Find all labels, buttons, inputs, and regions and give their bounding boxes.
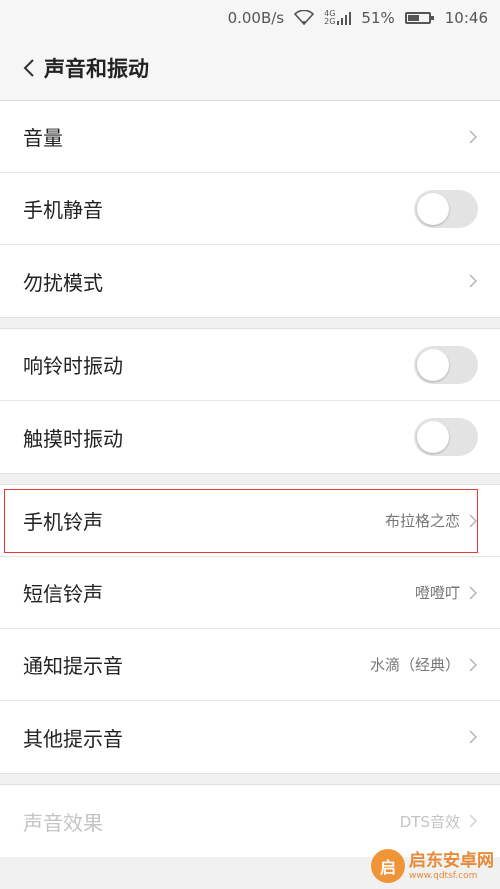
watermark: 启 启东安卓网 www.qdtsf.com [371, 849, 494, 883]
network-speed: 0.00B/s [227, 9, 285, 27]
settings-row[interactable]: 响铃时振动 [0, 329, 500, 401]
settings-row-label: 其他提示音 [23, 726, 123, 751]
toggle-switch[interactable] [414, 345, 478, 384]
chevron-right-icon [468, 585, 478, 601]
back-arrow-icon [23, 59, 34, 77]
toggle-knob [417, 192, 449, 225]
settings-row-label: 手机铃声 [23, 510, 103, 534]
chevron-right-icon [468, 129, 478, 145]
settings-row[interactable]: 勿扰模式 [0, 245, 500, 317]
status-bar: 0.00B/s 4G 2G 51% 10:46 [0, 0, 500, 36]
settings-row[interactable]: 手机静音 [0, 173, 500, 245]
settings-row: 声音效果 DTS音效 [0, 785, 500, 857]
settings-group: 手机铃声 布拉格之恋短信铃声 噔噔叮通知提示音 水滴（经典） 其他提示音 [0, 485, 500, 773]
toggle-switch[interactable] [414, 418, 478, 456]
settings-row-label: 手机静音 [23, 198, 103, 222]
settings-row[interactable]: 触摸时振动 [0, 401, 500, 473]
settings-row-label: 响铃时振动 [23, 354, 123, 378]
watermark-logo: 启 [371, 849, 405, 883]
settings-row-value: 布拉格之恋 [384, 512, 460, 530]
battery-icon [404, 12, 434, 24]
toggle-switch[interactable] [414, 189, 478, 228]
network-type-bottom: 2G [324, 17, 336, 26]
chevron-right-icon [468, 513, 478, 529]
group-separator [0, 773, 500, 785]
battery-percent: 51% [361, 9, 395, 27]
watermark-name: 启东安卓网 [409, 851, 494, 871]
battery-indicator [404, 12, 435, 24]
settings-row-label: 通知提示音 [23, 654, 123, 678]
clock: 10:46 [444, 9, 488, 27]
wifi-icon [294, 10, 315, 26]
settings-row[interactable]: 音量 [0, 101, 500, 173]
back-button[interactable] [18, 57, 40, 79]
group-separator [0, 473, 500, 485]
settings-row-value: 水滴（经典） [369, 656, 460, 674]
settings-row-label: 声音效果 [23, 810, 103, 835]
mobile-signal-icon: 4G 2G [324, 10, 352, 26]
settings-row-value: 噔噔叮 [414, 584, 460, 602]
group-separator [0, 317, 500, 329]
settings-row-label: 触摸时振动 [23, 426, 123, 451]
toggle-knob [417, 348, 449, 381]
settings-group: 声音效果 DTS音效 [0, 785, 500, 857]
watermark-text: 启东安卓网 www.qdtsf.com [409, 851, 494, 881]
chevron-right-icon [468, 657, 478, 673]
settings-list: 音量手机静音勿扰模式响铃时振动触摸时振动手机铃声 布拉格之恋短信铃声 噔噔叮通知提示… [0, 101, 500, 857]
settings-row-value: DTS音效 [399, 812, 460, 831]
settings-row[interactable]: 其他提示音 [0, 701, 500, 773]
watermark-url: www.qdtsf.com [409, 871, 478, 881]
page-title: 声音和振动 [44, 57, 149, 81]
settings-row-label: 勿扰模式 [23, 270, 103, 295]
settings-row[interactable]: 手机铃声 布拉格之恋 [0, 485, 500, 557]
battery-fill [407, 15, 419, 21]
settings-row[interactable]: 短信铃声 噔噔叮 [0, 557, 500, 629]
settings-group: 响铃时振动触摸时振动 [0, 329, 500, 473]
chevron-right-icon [468, 813, 478, 829]
chevron-right-icon [468, 273, 478, 289]
chevron-right-icon [468, 729, 478, 745]
settings-group: 音量手机静音勿扰模式 [0, 101, 500, 317]
toggle-knob [417, 421, 449, 453]
settings-row[interactable]: 通知提示音 水滴（经典） [0, 629, 500, 701]
settings-row-label: 音量 [23, 126, 63, 150]
settings-row-label: 短信铃声 [23, 582, 103, 606]
app-header: 声音和振动 [0, 36, 500, 101]
